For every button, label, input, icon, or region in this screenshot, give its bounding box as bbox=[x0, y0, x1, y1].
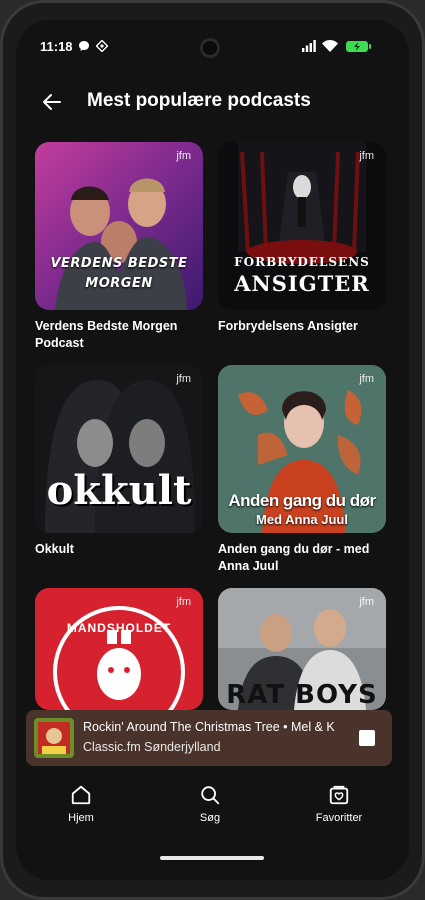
podcast-title: Forbrydelsens Ansigter bbox=[218, 319, 358, 333]
podcast-card[interactable]: jfm RAT BOYS bbox=[218, 588, 386, 710]
cover-text: VERDENS BEDSTE MORGEN bbox=[50, 256, 188, 291]
cover-text-bottom: Med Anna Juul bbox=[256, 512, 348, 527]
vpn-diamond-icon bbox=[96, 40, 108, 52]
screen: 11:18 Mest populære podcasts jfm VERDENS… bbox=[16, 20, 409, 880]
nav-search-label: Søg bbox=[199, 812, 221, 824]
status-bar: 11:18 bbox=[16, 20, 409, 60]
podcast-cover: jfm RAT BOYS bbox=[218, 588, 386, 710]
home-indicator[interactable] bbox=[160, 856, 264, 860]
home-icon bbox=[71, 785, 91, 805]
now-playing-artwork bbox=[34, 718, 74, 758]
podcast-cover: jfm Anden gang du dør Med Anna Juul bbox=[218, 365, 386, 533]
cover-text: okkult bbox=[46, 467, 192, 514]
jfm-badge: jfm bbox=[176, 150, 191, 162]
podcast-cover: jfm MANDSHOLDET bbox=[35, 588, 203, 710]
nav-favorites[interactable]: Favoritter bbox=[294, 784, 384, 824]
cover-text: MANDSHOLDET bbox=[66, 621, 172, 635]
phone-frame: 11:18 Mest populære podcasts jfm VERDENS… bbox=[0, 0, 425, 900]
wifi-icon bbox=[322, 40, 338, 52]
podcast-card[interactable]: jfm MANDSHOLDET bbox=[35, 588, 203, 710]
stop-button[interactable] bbox=[359, 730, 375, 746]
jfm-badge: jfm bbox=[176, 596, 191, 608]
cover-text-bottom: ANSIGTER bbox=[234, 271, 370, 296]
nav-home[interactable]: Hjem bbox=[36, 784, 126, 824]
podcast-cover: jfm VERDENS BEDSTE MORGEN bbox=[35, 142, 203, 310]
front-camera bbox=[200, 38, 220, 58]
podcast-title: Verdens Bedste Morgen Podcast bbox=[35, 319, 178, 350]
podcast-cover: jfm okkult bbox=[35, 365, 203, 533]
now-playing-title: Rockin' Around The Christmas Tree • Mel … bbox=[83, 720, 335, 734]
chat-bubble-icon bbox=[79, 41, 89, 51]
mini-player[interactable]: Rockin' Around The Christmas Tree • Mel … bbox=[26, 710, 392, 766]
podcast-card[interactable]: jfm Anden gang du dør Med Anna Juul Ande… bbox=[218, 365, 386, 575]
cover-text-top: Anden gang du dør bbox=[228, 491, 376, 510]
back-arrow-icon[interactable] bbox=[40, 90, 64, 114]
now-playing-station: Classic.fm Sønderjylland bbox=[83, 740, 221, 754]
podcast-title: Anden gang du dør - med Anna Juul bbox=[218, 542, 370, 573]
podcast-cover: jfm FORBRYDELSENS ANSIGTER bbox=[218, 142, 386, 310]
podcast-card[interactable]: jfm VERDENS BEDSTE MORGEN Verdens Bedste… bbox=[35, 142, 203, 352]
nav-search[interactable]: Søg bbox=[165, 784, 255, 824]
jfm-badge: jfm bbox=[359, 150, 374, 162]
jfm-badge: jfm bbox=[359, 373, 374, 385]
jfm-badge: jfm bbox=[176, 373, 191, 385]
bottom-navigation: Hjem Søg Favoritter bbox=[16, 776, 409, 880]
app-header: Mest populære podcasts bbox=[16, 82, 409, 122]
podcast-card[interactable]: jfm okkult Okkult bbox=[35, 365, 203, 558]
podcast-card[interactable]: jfm FORBRYDELSENS ANSIGTER Forbrydelsens… bbox=[218, 142, 386, 335]
page-title: Mest populære podcasts bbox=[87, 90, 311, 111]
nav-favorites-label: Favoritter bbox=[315, 812, 363, 824]
jfm-badge: jfm bbox=[359, 596, 374, 608]
favorites-icon bbox=[329, 785, 349, 805]
search-icon bbox=[201, 786, 220, 805]
podcast-title: Okkult bbox=[35, 542, 74, 556]
cover-text: RAT BOYS bbox=[226, 680, 378, 710]
battery-icon bbox=[346, 41, 371, 52]
cover-text-top: FORBRYDELSENS bbox=[234, 255, 370, 269]
status-time: 11:18 bbox=[40, 39, 73, 54]
nav-home-label: Hjem bbox=[68, 812, 94, 824]
cell-signal-icon bbox=[302, 40, 316, 52]
